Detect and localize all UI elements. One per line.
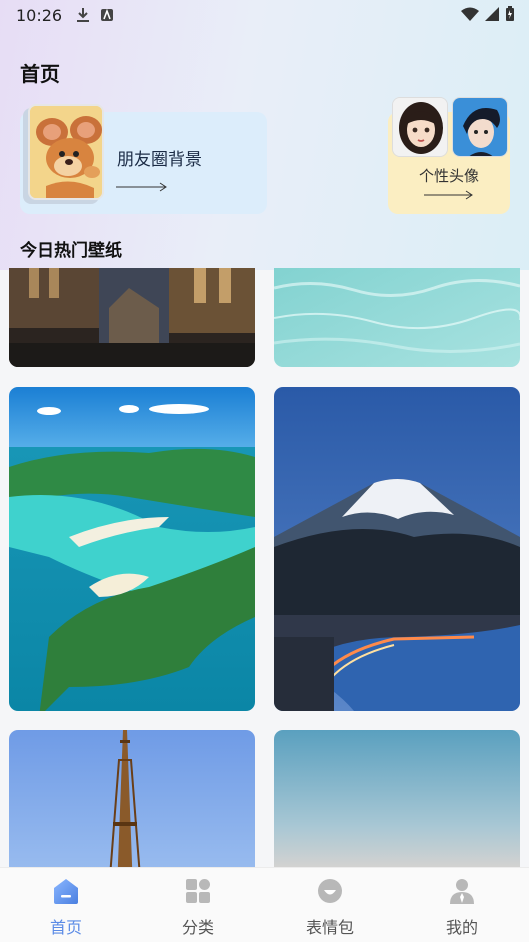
section-title: 今日热门壁纸: [20, 241, 122, 261]
bottom-tab-bar: 首页 分类 表情包 我的: [0, 867, 529, 942]
notification-a-icon: [101, 8, 114, 21]
tab-emoji-label: 表情包: [305, 918, 354, 937]
signal-icon: [485, 7, 499, 21]
wifi-icon: [461, 7, 479, 21]
tab-profile-label: 我的: [445, 918, 478, 937]
wallpaper-tropical-island[interactable]: [9, 387, 255, 711]
status-bar: 10:26: [0, 0, 529, 30]
profile-icon: [450, 879, 474, 904]
battery-icon: [506, 6, 514, 21]
wallpaper-venice[interactable]: [9, 268, 255, 367]
category-icon: [186, 879, 210, 903]
tab-category[interactable]: 分类: [132, 868, 264, 942]
wallpaper-grid[interactable]: [0, 268, 529, 867]
wallpaper-eiffel-tower[interactable]: [9, 730, 255, 867]
arrow-right-icon: [424, 190, 473, 200]
wallpaper-clear-water[interactable]: [274, 268, 520, 367]
tab-emoji[interactable]: 表情包: [264, 868, 396, 942]
personal-avatar-label: 个性头像: [418, 167, 479, 185]
wallpaper-mount-fuji[interactable]: [274, 387, 520, 711]
download-icon: [77, 8, 90, 22]
wallpaper-gradient-sky[interactable]: [274, 730, 520, 867]
home-icon: [54, 879, 78, 904]
moments-background-card[interactable]: 朋友圈背景: [20, 104, 267, 214]
personal-avatar-card[interactable]: 个性头像: [388, 97, 510, 214]
arrow-right-icon: [116, 182, 167, 192]
tab-home-label: 首页: [49, 918, 82, 937]
page-title: 首页: [20, 62, 60, 86]
status-time: 10:26: [16, 5, 63, 25]
tab-category-label: 分类: [181, 918, 214, 937]
tab-home[interactable]: 首页: [0, 868, 132, 942]
avatar-boy-image: [452, 97, 508, 157]
emoji-icon: [318, 879, 342, 903]
avatar-girl-image: [392, 97, 448, 157]
tab-profile[interactable]: 我的: [396, 868, 528, 942]
moments-background-label: 朋友圈背景: [117, 150, 202, 170]
jerry-mouse-image: [28, 104, 104, 200]
